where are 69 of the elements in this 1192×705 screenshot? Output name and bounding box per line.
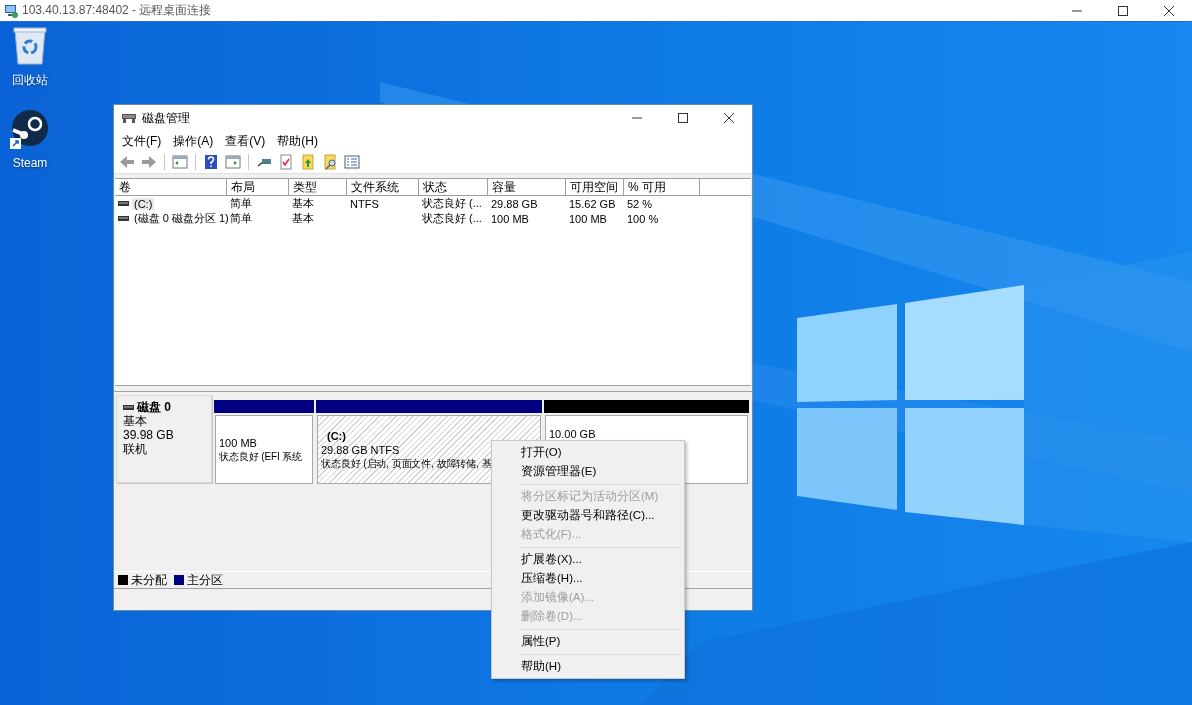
menu-item[interactable]: 文件(F): [116, 132, 168, 150]
folder-up-icon[interactable]: [300, 154, 316, 170]
app-shortcut-icon[interactable]: [10, 110, 50, 150]
table-cell-text: 状态良好 (...: [421, 196, 483, 211]
help-icon[interactable]: [203, 154, 219, 170]
disk-drive-icon: [121, 112, 137, 124]
table-cell-text: 29.88 GB: [490, 197, 539, 210]
window-pane-icon[interactable]: [225, 154, 241, 170]
menu-item[interactable]: 帮助(H): [492, 657, 684, 676]
partition-block[interactable]: 100 MB 状态良好 (EFI 系统: [215, 415, 313, 484]
column-header[interactable]: 类型: [289, 179, 347, 195]
column-header[interactable]: 布局: [227, 179, 289, 195]
volume-name[interactable]: (磁盘 0 磁盘分区 1): [132, 211, 231, 226]
column-header[interactable]: 状态: [419, 179, 488, 195]
table-cell-text: 15.62 GB: [568, 197, 617, 210]
disk-name: 磁盘 0: [137, 400, 171, 414]
partition-size: 29.88 GB NTFS: [321, 442, 400, 457]
partition-status: 状态良好 (启动, 页面文件, 故障转储, 基: [321, 456, 492, 471]
table-cell-text: 100 MB: [490, 212, 530, 225]
table-cell-text: 100 MB: [568, 212, 608, 225]
checklist-icon[interactable]: [278, 154, 294, 170]
table-cell-text: 100 %: [626, 212, 660, 225]
table-cell-text: 基本: [291, 196, 315, 211]
menu-item[interactable]: 属性(P): [492, 632, 684, 651]
menu-item[interactable]: 操作(A): [167, 132, 220, 150]
table-cell-text: 52 %: [626, 197, 654, 210]
partition-size: 100 MB: [219, 435, 257, 450]
legend-label: 主分区: [187, 571, 223, 589]
drive-icon: [118, 216, 129, 221]
drive-icon: [123, 404, 134, 410]
partition-size: 10.00 GB: [549, 427, 596, 441]
column-header[interactable]: 容量: [488, 179, 566, 195]
window-title: 磁盘管理: [142, 109, 190, 127]
column-header[interactable]: 卷: [115, 179, 227, 195]
menu-item[interactable]: 帮助(H): [271, 132, 324, 150]
window-title: 103.40.13.87:48402 - 远程桌面连接: [22, 2, 212, 19]
table-cell-text: 基本: [291, 211, 315, 226]
partition-label: (C:): [326, 428, 346, 443]
volume-name[interactable]: (C:): [132, 197, 155, 210]
menu-item[interactable]: 压缩卷(H)...: [492, 569, 684, 588]
menu-item[interactable]: 查看(V): [219, 132, 272, 150]
close-icon: [724, 113, 734, 123]
column-header[interactable]: % 可用: [624, 179, 700, 195]
disk-type: 基本: [123, 414, 148, 428]
recycle-bin-icon[interactable]: [12, 26, 48, 66]
menu-item[interactable]: 更改驱动器号和路径(C)...: [492, 506, 684, 525]
back-arrow-icon[interactable]: [119, 154, 135, 170]
remote-desktop-icon: [4, 3, 18, 18]
console-pane-icon[interactable]: [172, 154, 188, 170]
legend-label: 未分配: [131, 571, 167, 589]
maximize-icon: [678, 113, 688, 123]
column-header[interactable]: 文件系统: [347, 179, 419, 195]
disk-status: 联机: [123, 442, 148, 456]
column-header[interactable]: 可用空间: [566, 179, 624, 195]
close-icon: [1164, 5, 1174, 16]
table-cell-text: NTFS: [349, 197, 380, 210]
table-cell-text: 简单: [229, 196, 253, 211]
menu-item[interactable]: 扩展卷(X)...: [492, 550, 684, 569]
icon-label: Steam: [12, 156, 48, 170]
table-cell-text: 简单: [229, 211, 253, 226]
folder-search-icon[interactable]: [322, 154, 338, 170]
partition-status: 状态良好 (EFI 系统: [219, 449, 303, 464]
forward-arrow-icon[interactable]: [141, 154, 157, 170]
disk-size: 39.98 GB: [123, 428, 175, 442]
maximize-icon: [1118, 5, 1128, 16]
table-cell-text: 状态良好 (...: [421, 211, 483, 226]
disk-info-panel[interactable]: 磁盘 0 基本 39.98 GB 联机: [116, 395, 212, 483]
icon-label: 回收站: [12, 72, 48, 89]
drive-icon: [118, 201, 129, 206]
